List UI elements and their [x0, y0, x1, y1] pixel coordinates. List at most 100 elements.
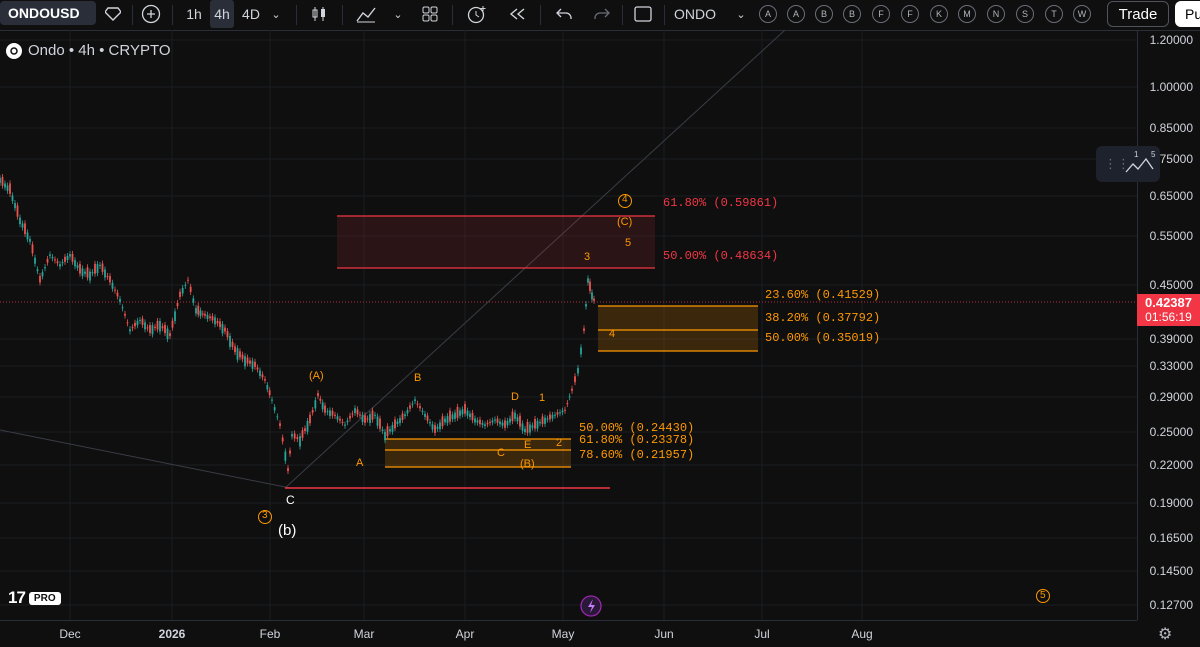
- alert-letter-w[interactable]: W: [1073, 5, 1091, 23]
- candle-body: [371, 410, 374, 420]
- candle-body: [149, 324, 151, 334]
- candle-body: [471, 412, 474, 421]
- ondo-logo-icon: [6, 42, 22, 59]
- candle-body: [474, 418, 476, 423]
- alert-letter-f2[interactable]: F: [901, 5, 919, 23]
- candle-body: [541, 416, 544, 425]
- timeframe-4h[interactable]: 4h: [210, 0, 234, 28]
- candle-body: [580, 347, 582, 355]
- time-tick: Jun: [654, 627, 674, 641]
- candle-body: [79, 263, 81, 274]
- gem-icon[interactable]: [100, 0, 126, 28]
- candle-body: [266, 385, 269, 390]
- wave-label-c-paren: (C): [617, 216, 633, 228]
- layouts-icon[interactable]: [418, 0, 442, 28]
- candle-body: [19, 217, 21, 225]
- alert-letter-b2[interactable]: B: [843, 5, 861, 23]
- price-tick: 0.55000: [1149, 229, 1193, 243]
- alert-letter-s[interactable]: S: [1016, 5, 1034, 23]
- candle-body: [246, 357, 249, 364]
- candle-body: [287, 468, 289, 472]
- candle-body: [359, 414, 361, 416]
- candle-body: [454, 412, 456, 419]
- candle-body: [524, 428, 526, 433]
- candle-body: [236, 348, 239, 360]
- price-tick: 0.22000: [1149, 458, 1193, 472]
- candle-body: [424, 413, 426, 417]
- candle-body: [401, 413, 404, 420]
- candle-body: [509, 418, 511, 423]
- candle-body: [284, 451, 287, 461]
- alert-letter-n[interactable]: N: [987, 5, 1005, 23]
- candle-body: [484, 424, 486, 426]
- candle-body: [211, 316, 214, 321]
- candle-body: [529, 424, 531, 433]
- candle-body: [64, 256, 66, 262]
- rectangle-tool-icon[interactable]: [630, 0, 656, 28]
- candle-body: [234, 346, 236, 353]
- redo-icon[interactable]: [590, 0, 614, 28]
- price-tick: 0.16500: [1149, 531, 1193, 545]
- tradingview-logo[interactable]: 17 PRO: [8, 588, 61, 608]
- alert-letter-m[interactable]: M: [958, 5, 976, 23]
- alert-letter-t[interactable]: T: [1045, 5, 1063, 23]
- timeframe-1h[interactable]: 1h: [180, 0, 208, 28]
- elliott-wave-widget[interactable]: ⋮⋮ 1 5: [1096, 146, 1160, 182]
- candle-body: [209, 316, 211, 319]
- candle-body: [574, 376, 576, 383]
- chevron-down-icon[interactable]: ⌄: [732, 0, 750, 28]
- legend-title: Ondo • 4h • CRYPTO: [28, 42, 171, 59]
- publish-button[interactable]: Pu: [1175, 1, 1200, 27]
- alert-letter-k[interactable]: K: [930, 5, 948, 23]
- candle-body: [439, 422, 441, 430]
- candle-body: [551, 414, 554, 419]
- candle-body: [16, 205, 19, 217]
- candle-body: [546, 418, 549, 420]
- undo-icon[interactable]: [552, 0, 576, 28]
- candle-body: [429, 421, 431, 424]
- candle-body: [169, 333, 171, 337]
- candle-body: [591, 292, 593, 300]
- candle-body: [44, 267, 46, 269]
- replay-icon[interactable]: [504, 0, 530, 28]
- candle-body: [409, 405, 411, 409]
- wave-label-d: D: [511, 391, 519, 403]
- symbol-search[interactable]: ONDOUSD: [0, 1, 96, 25]
- timeframe-4d[interactable]: 4D: [238, 0, 264, 28]
- compare-symbol[interactable]: ONDO: [670, 0, 720, 28]
- price-chart[interactable]: [0, 30, 1137, 620]
- trade-button[interactable]: Trade: [1107, 1, 1169, 27]
- chevron-down-icon[interactable]: ⌄: [388, 0, 408, 28]
- candle-body: [268, 390, 271, 396]
- time-tick: Jul: [754, 627, 770, 641]
- alert-clock-icon[interactable]: [464, 0, 490, 28]
- gear-icon[interactable]: ⚙: [1158, 624, 1172, 644]
- add-symbol-icon[interactable]: [140, 0, 162, 28]
- chevron-down-icon[interactable]: ⌄: [266, 0, 286, 28]
- candle-body: [249, 360, 251, 364]
- price-tick: 1.00000: [1149, 80, 1193, 94]
- candle-body: [71, 253, 74, 262]
- alert-letter-f[interactable]: F: [872, 5, 890, 23]
- candle-body: [334, 414, 336, 416]
- candles-icon[interactable]: [306, 0, 332, 28]
- alert-letter-a2[interactable]: A: [787, 5, 805, 23]
- candle-body: [116, 292, 119, 297]
- widget-label-5: 5: [1151, 150, 1156, 159]
- chart-legend[interactable]: Ondo • 4h • CRYPTO: [6, 42, 171, 59]
- candle-body: [279, 423, 281, 426]
- alert-letter-b[interactable]: B: [815, 5, 833, 23]
- fib-label-mid-1: 23.60% (0.41529): [765, 288, 881, 302]
- candle-body: [504, 420, 506, 428]
- candle-body: [346, 420, 349, 423]
- candle-body: [444, 418, 446, 423]
- candle-body: [264, 379, 266, 381]
- fib-label-low-2: 61.80% (0.23378): [579, 433, 695, 447]
- time-axis[interactable]: Dec 2026 Feb Mar Apr May Jun Jul Aug: [0, 620, 1137, 647]
- indicators-icon[interactable]: [352, 0, 380, 28]
- candle-body: [14, 203, 16, 209]
- candle-body: [126, 322, 129, 324]
- candle-body: [399, 418, 401, 424]
- alert-letter-a[interactable]: A: [759, 5, 777, 23]
- candle-body: [239, 351, 241, 358]
